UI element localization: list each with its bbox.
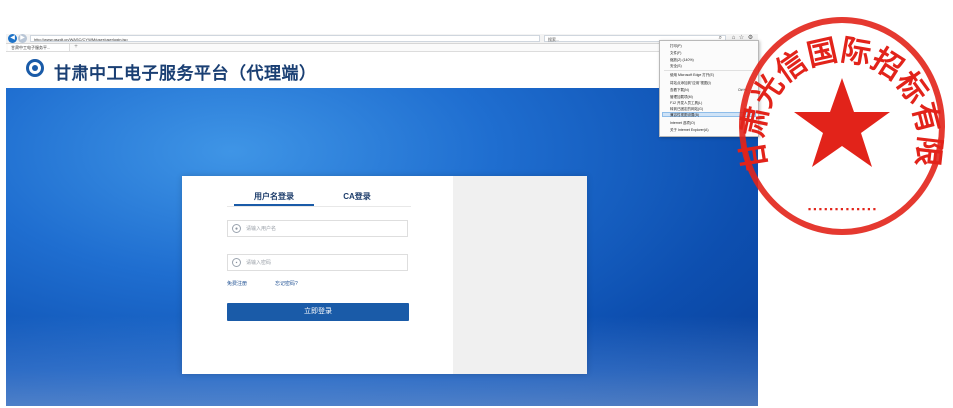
login-card: 用户名登录 CA登录 ● ▪ 免费注册 忘记密码? 立即登录 — [182, 176, 587, 374]
hero-background: 用户名登录 CA登录 ● ▪ 免费注册 忘记密码? 立即登录 — [6, 88, 758, 406]
platform-logo-icon — [26, 59, 44, 77]
page-title: 甘肃中工电子服务平台（代理端） — [54, 64, 317, 83]
user-icon: ● — [232, 224, 241, 233]
menu-item-zoom[interactable]: 缩放(Z) (140%) — [670, 58, 694, 63]
active-tab-indicator — [234, 204, 314, 206]
company-seal-stamp: 甘肃光信国际招标有限公司 ▪▪▪▪▪▪▪▪▪▪▪▪▪ — [730, 4, 946, 235]
new-tab-button[interactable]: + — [72, 44, 80, 51]
tab-username-login[interactable]: 用户名登录 — [236, 191, 312, 202]
username-field[interactable]: ● — [227, 220, 408, 237]
menu-item-f12-devtools[interactable]: F12 开发人员工具(L) — [670, 101, 702, 106]
back-arrow-icon[interactable]: ◀ — [8, 34, 17, 43]
menu-item-safety[interactable]: 安全(S) — [670, 64, 682, 69]
menu-item-add-site-apps[interactable]: 将站点添加到"应用"视图(I) — [670, 81, 711, 86]
forgot-password-link[interactable]: 忘记密码? — [275, 280, 298, 287]
menu-item-file[interactable]: 文件(F) — [670, 51, 681, 56]
username-input[interactable] — [246, 221, 401, 236]
password-input[interactable] — [246, 255, 401, 270]
stamp-serial: ▪▪▪▪▪▪▪▪▪▪▪▪▪ — [807, 205, 877, 215]
menu-item-about-ie[interactable]: 关于 Internet Explorer(A) — [670, 128, 709, 133]
url-bar[interactable]: http://www.gszdt.cn/WASC/CYWM/user/userl… — [30, 35, 540, 42]
login-button[interactable]: 立即登录 — [227, 303, 409, 321]
tab-strip: 甘肃中工电子服务平... + — [6, 44, 758, 52]
browser-search-placeholder: 搜索... — [548, 37, 560, 42]
browser-window: ◀ ▶ http://www.gszdt.cn/WASC/CYWM/user/u… — [6, 34, 758, 406]
menu-item-internet-options[interactable]: Internet 选项(O) — [670, 121, 695, 126]
menu-item-manage-addons[interactable]: 管理加载项(M) — [670, 95, 693, 100]
menu-item-open-edge[interactable]: 使用 Microsoft Edge 打开(E) — [670, 73, 714, 78]
browser-tab[interactable]: 甘肃中工电子服务平... — [8, 44, 70, 51]
address-toolbar: ◀ ▶ http://www.gszdt.cn/WASC/CYWM/user/u… — [6, 34, 758, 44]
forward-arrow-icon[interactable]: ▶ — [18, 34, 27, 43]
tab-divider — [227, 206, 411, 207]
site-header: 甘肃中工电子服务平台（代理端） — [6, 52, 758, 88]
star-icon — [794, 78, 890, 167]
tab-ca-login[interactable]: CA登录 — [322, 191, 392, 202]
password-field[interactable]: ▪ — [227, 254, 408, 271]
register-link[interactable]: 免费注册 — [227, 280, 247, 287]
menu-item-compat-view[interactable]: 兼容性视图设置(B) — [670, 113, 699, 118]
lock-icon: ▪ — [232, 258, 241, 267]
login-card-side-panel — [453, 176, 587, 374]
menu-item-print[interactable]: 打印(P) — [670, 44, 682, 49]
menu-item-view-downloads[interactable]: 查看下载(N) — [670, 88, 689, 93]
